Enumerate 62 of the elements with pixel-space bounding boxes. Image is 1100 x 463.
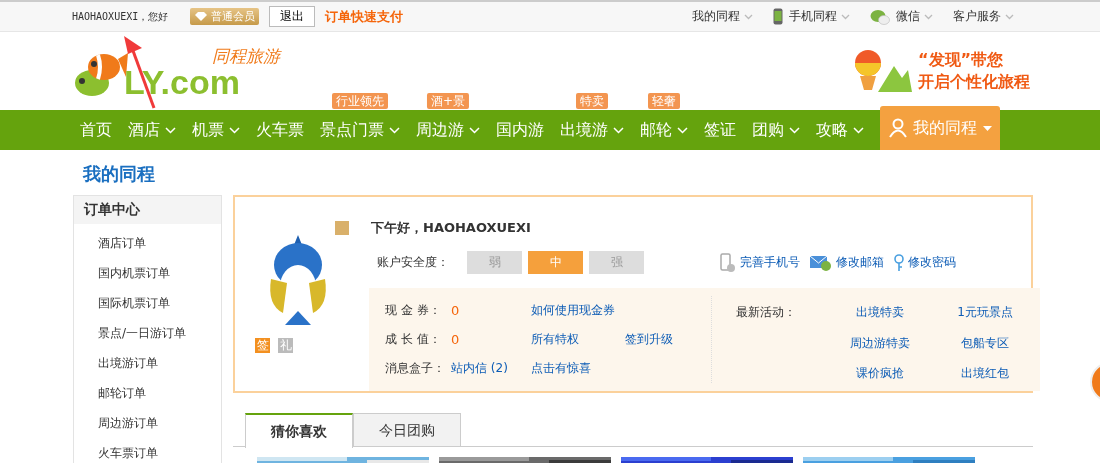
phone-icon: [720, 252, 736, 273]
sidebar-item[interactable]: 出境游订单: [74, 348, 221, 378]
caret-icon: [982, 125, 992, 131]
top-menu-link[interactable]: 手机同程: [789, 8, 837, 25]
nav-tag: 酒+景: [426, 93, 470, 109]
activity-link[interactable]: 周边游特卖: [830, 334, 930, 353]
activities-label: 最新活动：: [736, 304, 797, 321]
key-icon: [894, 253, 904, 272]
user-icon: [888, 118, 907, 138]
security-level: 中: [528, 251, 583, 274]
activity-link[interactable]: 出境特卖: [830, 304, 930, 322]
activity-link[interactable]: 课价疯抢: [830, 365, 930, 383]
sidebar-item[interactable]: 国际机票订单: [74, 288, 221, 318]
tab[interactable]: 今日团购: [353, 413, 461, 446]
level-icon: [335, 221, 349, 235]
sidebar-item[interactable]: 酒店订单: [74, 228, 221, 258]
page-title: 我的同程: [81, 162, 156, 186]
activity-link[interactable]: 1元玩景点: [930, 304, 1040, 322]
tab[interactable]: 猜你喜欢: [245, 413, 353, 448]
info-value: 0: [451, 303, 461, 318]
security-level: 强: [589, 251, 644, 274]
info-link[interactable]: 签到升级: [625, 331, 673, 348]
activity-link[interactable]: 包船专区: [930, 334, 1040, 353]
account-link[interactable]: 修改密码: [908, 254, 956, 271]
sidebar-item[interactable]: 周边游订单: [74, 408, 221, 438]
chat-bubbles-icon: [870, 8, 890, 25]
slogan-text: 开启个性化旅程: [918, 71, 1030, 93]
mail-icon: [810, 254, 832, 271]
security-label: 账户安全度：: [377, 254, 449, 271]
chevron-down-icon: [924, 13, 933, 20]
info-label: 消息盒子：: [385, 360, 446, 377]
nav-tag: 行业领先: [332, 93, 388, 109]
info-link[interactable]: 点击有惊喜: [531, 360, 591, 377]
profile-greeting: 下午好，HAOHAOXUEXI: [371, 219, 531, 237]
sidebar-item[interactable]: 国内机票订单: [74, 258, 221, 288]
sidebar-heading: 订单中心: [74, 196, 221, 224]
info-link[interactable]: 如何使用现金券: [531, 302, 615, 319]
diamond-icon: [194, 11, 209, 22]
logout-button[interactable]: 退出: [269, 6, 316, 27]
info-label: 成 长 值：: [385, 331, 442, 348]
activity-link[interactable]: 出境红包: [930, 365, 1040, 383]
chevron-down-icon: [841, 13, 850, 20]
sidebar-item[interactable]: 火车票订单: [74, 438, 221, 463]
chevron-down-icon: [1005, 13, 1014, 20]
info-label: 现 金 券：: [385, 302, 442, 319]
top-menu-link[interactable]: 微信: [896, 8, 920, 25]
security-level: 弱: [467, 251, 522, 274]
top-menu-link[interactable]: 客户服务: [953, 8, 1001, 25]
account-link[interactable]: 完善手机号: [740, 254, 800, 271]
message-link[interactable]: 站内信 (2): [451, 360, 531, 377]
top-menu-link[interactable]: 我的同程: [692, 8, 740, 25]
nav-tag: 特卖: [576, 93, 608, 109]
info-link[interactable]: 所有特权: [531, 331, 579, 348]
chevron-down-icon: [744, 13, 753, 20]
phone-icon: [773, 8, 783, 25]
sidebar-item[interactable]: 邮轮订单: [74, 378, 221, 408]
account-link[interactable]: 修改邮箱: [836, 254, 884, 271]
info-value: 0: [451, 332, 461, 347]
greeting-text: HAOHAOXUEXI，您好: [72, 9, 169, 24]
sidebar-item[interactable]: 景点/一日游订单: [74, 318, 221, 348]
nav-tag: 轻奢: [648, 93, 680, 109]
slogan-text: “发现”带您: [918, 49, 1005, 71]
